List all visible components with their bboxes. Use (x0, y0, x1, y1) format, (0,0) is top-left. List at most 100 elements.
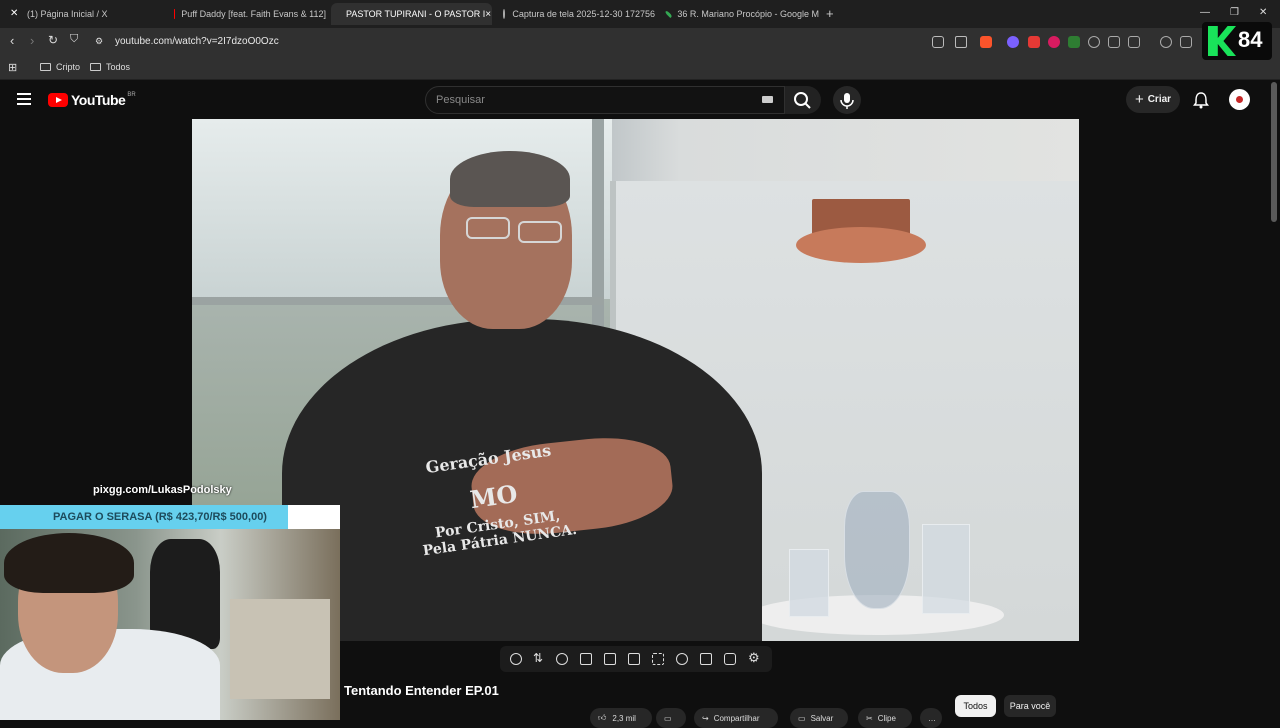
bookmarks-bar: ⊞ Cripto Todos (0, 56, 1280, 80)
camera-icon[interactable] (724, 653, 736, 665)
donation-goal-text: PAGAR O SERASA (R$ 423,70/R$ 500,00) (0, 511, 340, 523)
youtube-header: YouTube BR (0, 80, 1280, 120)
clip-label: Clipe (878, 714, 896, 723)
clip-button[interactable]: ✂ Clipe (858, 708, 912, 728)
avatar[interactable] (1229, 89, 1250, 110)
fullscreen-icon[interactable] (652, 653, 664, 665)
logo-text: YouTube (71, 92, 125, 108)
back-icon[interactable]: ‹ (10, 33, 14, 48)
share-arrow-icon: ↪ (702, 714, 709, 723)
notifications-bell-icon[interactable] (1193, 91, 1209, 109)
tab-title: PASTOR TUPIRANI - O PASTOR I (346, 9, 485, 19)
restore-icon[interactable]: ❐ (1230, 7, 1239, 18)
hands-sculpture (796, 227, 926, 263)
extension-green-icon[interactable] (1068, 36, 1080, 48)
search-icon (785, 86, 821, 114)
microphone-icon (833, 86, 861, 114)
chip-para-voce[interactable]: Para você (1004, 695, 1056, 717)
bookmark-folder-todos[interactable]: Todos (90, 62, 130, 72)
share-button[interactable]: ↪ Compartilhar (694, 708, 778, 728)
forward-icon[interactable]: › (30, 33, 34, 48)
streamer-webcam (0, 529, 340, 720)
share-label: Compartilhar (714, 714, 760, 723)
donation-goal-bar: PAGAR O SERASA (R$ 423,70/R$ 500,00) (0, 505, 340, 529)
browser-tab-bar: ✕ (1) Página Inicial / X Puff Daddy [fea… (0, 0, 1280, 28)
folder-icon (40, 63, 51, 71)
dislike-button[interactable]: ▭ (656, 708, 686, 728)
eyeglasses (518, 221, 562, 243)
search-input[interactable] (426, 87, 746, 113)
pip-icon[interactable] (628, 653, 640, 665)
plus-icon: + (1135, 91, 1144, 108)
streamer-hair (4, 533, 134, 593)
person-hair (450, 151, 570, 207)
globe-icon (503, 9, 505, 19)
minimize-icon[interactable]: — (1200, 7, 1210, 18)
region-label: BR (127, 92, 135, 98)
youtube-play-icon (48, 93, 68, 107)
add-icon[interactable] (700, 653, 712, 665)
theater-icon[interactable] (604, 653, 616, 665)
reload-icon[interactable]: ↻ (48, 33, 58, 47)
bookmark-folder-cripto[interactable]: Cripto (40, 62, 80, 72)
playlist-icon[interactable] (580, 653, 592, 665)
eyeglasses (466, 217, 510, 239)
tab-puff-daddy[interactable]: Puff Daddy [feat. Faith Evans & 112] (166, 3, 326, 25)
hamburger-menu-icon[interactable] (17, 93, 31, 105)
extension-gear-icon[interactable] (1088, 36, 1100, 48)
save-icon: ▭ (798, 714, 806, 723)
x-logo-icon: ✕ (10, 9, 20, 19)
tab-captura[interactable]: Captura de tela 2025-12-30 172756 (495, 3, 655, 25)
water-pitcher (844, 491, 910, 609)
address-bar-row: ‹ › ↻ ⛉ ⚙ youtube.com/watch?v=2I7dzoO0Oz… (0, 28, 1280, 56)
tab-google-maps[interactable]: 36 R. Mariano Procópio - Google M (659, 3, 819, 25)
voice-search-button[interactable] (833, 86, 861, 114)
extension-purple-icon[interactable] (1007, 36, 1019, 48)
tab-title: (1) Página Inicial / X (27, 9, 108, 19)
share-icon[interactable] (955, 36, 967, 48)
brave-shield-icon[interactable] (980, 36, 992, 48)
tab-close-icon[interactable]: × (485, 9, 491, 20)
more-actions-button[interactable]: … (920, 708, 942, 728)
site-info-icon[interactable]: ⚙ (95, 36, 103, 47)
settings-gear-icon[interactable]: ⚙ (748, 650, 760, 662)
stream-badge: 84 (1202, 22, 1272, 60)
url-field[interactable]: youtube.com/watch?v=2I7dzoO0Ozc (115, 36, 279, 47)
speed-icon[interactable] (676, 653, 688, 665)
create-button[interactable]: + Criar (1126, 86, 1180, 113)
water-glass (922, 524, 970, 614)
save-button[interactable]: ▭ Salvar (790, 708, 848, 728)
thumbs-up-icon: 👍︎ (598, 713, 606, 723)
media-icon[interactable] (1160, 36, 1172, 48)
extension-red-icon[interactable] (1028, 36, 1040, 48)
sidebar-icon[interactable] (1180, 36, 1192, 48)
search-button[interactable] (785, 86, 821, 114)
apps-grid-icon[interactable]: ⊞ (8, 61, 17, 74)
like-button[interactable]: 👍︎ 2,3 mil (590, 708, 652, 728)
extension-pink-icon[interactable] (1048, 36, 1060, 48)
thumbs-down-icon: ▭ (664, 714, 672, 723)
tab-pastor-tupirani[interactable]: PASTOR TUPIRANI - O PASTOR I × (331, 3, 492, 25)
extensions-puzzle-icon[interactable] (1108, 36, 1120, 48)
audio-icon[interactable] (556, 653, 568, 665)
screenshot-icon[interactable] (1128, 36, 1140, 48)
scissors-icon: ✂ (866, 714, 873, 723)
bookmark-icon[interactable]: ⛉ (70, 33, 78, 46)
folder-icon (90, 63, 101, 71)
cast-icon[interactable] (932, 36, 944, 48)
close-window-icon[interactable]: ✕ (1259, 7, 1267, 18)
keyboard-icon[interactable] (762, 96, 773, 103)
chip-todos[interactable]: Todos (955, 695, 996, 717)
tab-title: 36 R. Mariano Procópio - Google M (677, 9, 819, 19)
new-tab-button[interactable]: + (826, 6, 834, 21)
page-scrollbar[interactable] (1271, 82, 1277, 222)
bookmark-label: Cripto (56, 62, 80, 72)
video-title: Tentando Entender EP.01 (344, 683, 499, 698)
youtube-logo[interactable]: YouTube BR (48, 92, 136, 108)
maps-pin-icon (665, 10, 673, 18)
loop-icon[interactable] (510, 653, 522, 665)
water-glass (789, 549, 829, 617)
player-extension-toolbar: ⇅ ⚙ (500, 646, 772, 672)
sort-icon[interactable]: ⇅ (533, 651, 545, 663)
tab-x-home[interactable]: ✕ (1) Página Inicial / X (2, 3, 162, 25)
